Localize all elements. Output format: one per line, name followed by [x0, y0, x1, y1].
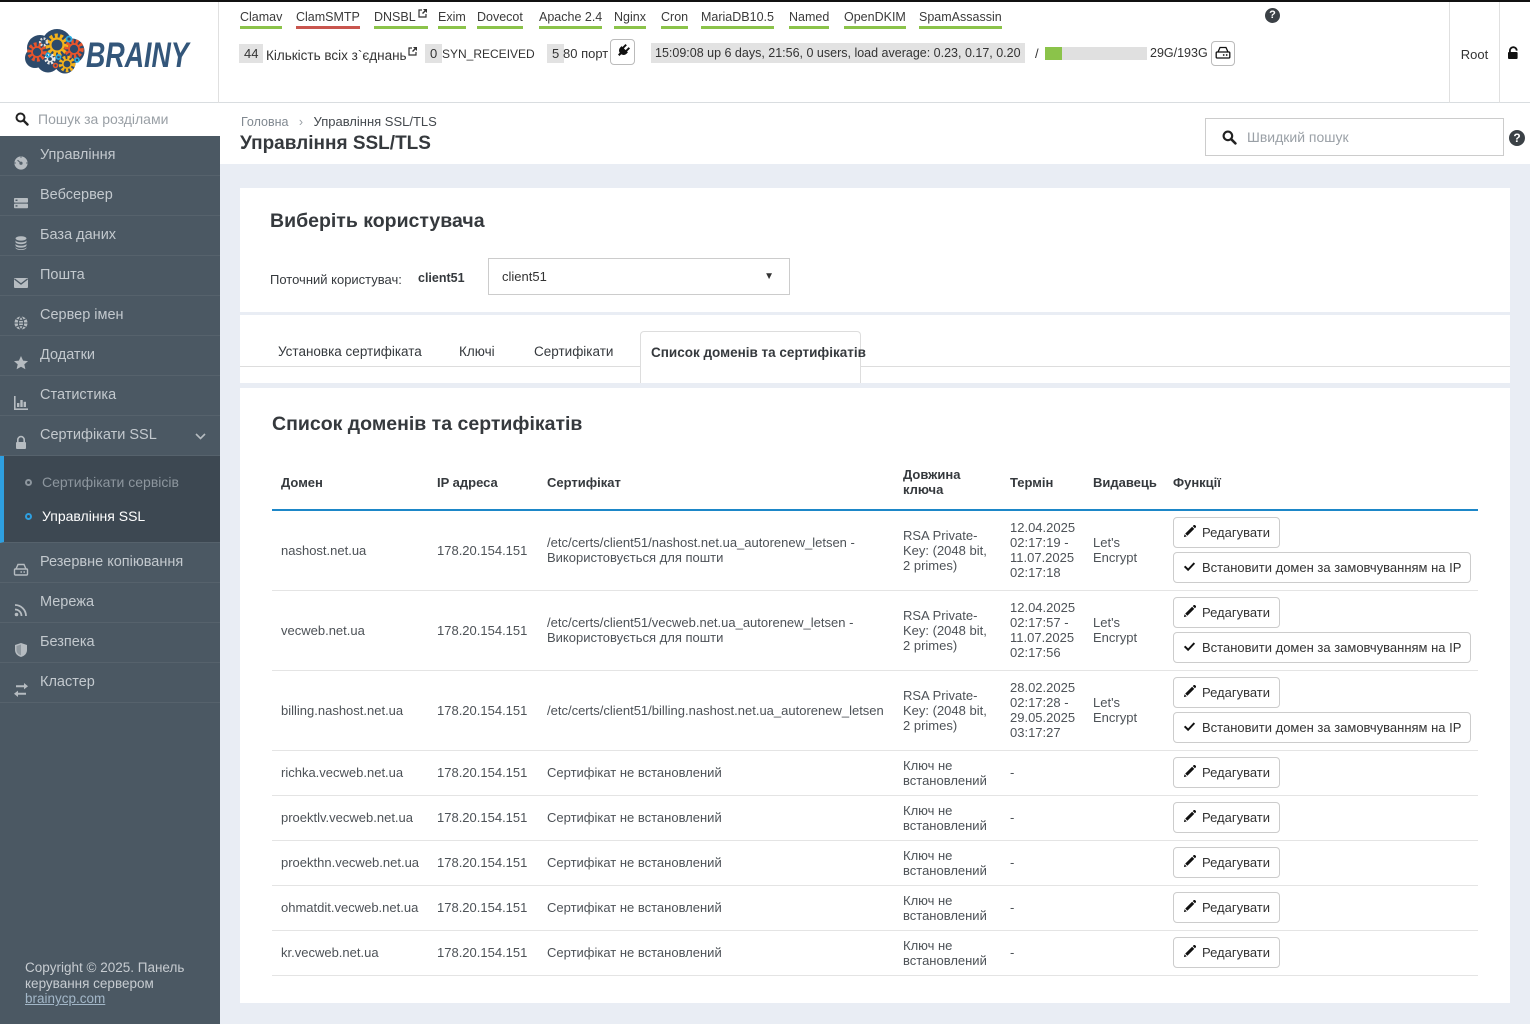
svg-text:BRAINY: BRAINY — [86, 35, 191, 75]
